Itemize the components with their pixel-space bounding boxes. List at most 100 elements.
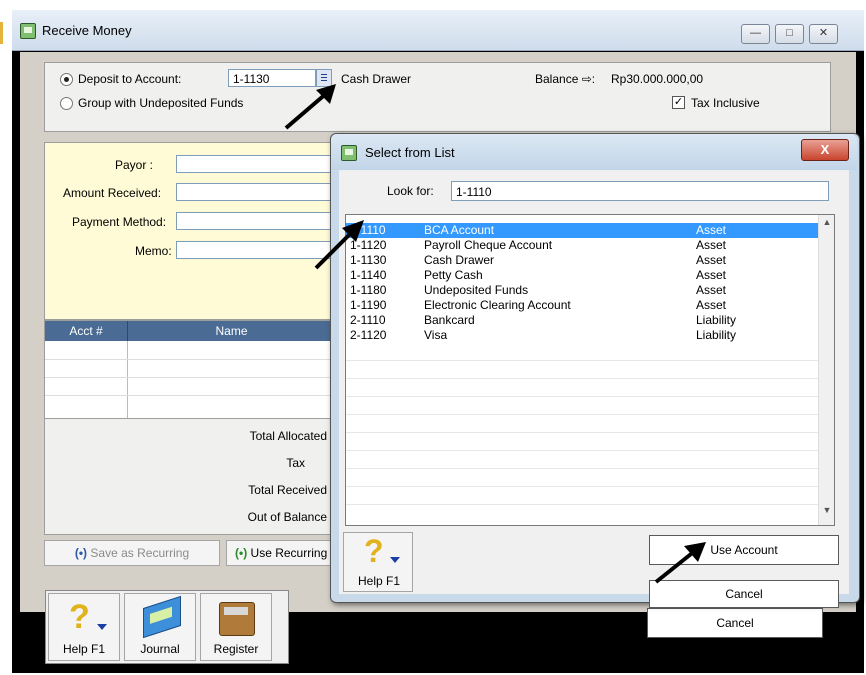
window-title: Receive Money — [42, 23, 132, 38]
maximize-button[interactable]: □ — [775, 24, 804, 44]
account-type: Asset — [696, 253, 727, 267]
account-name: Visa — [424, 328, 448, 342]
use-account-label: Use Account — [710, 543, 778, 557]
allocation-grid: Acct # Name — [44, 320, 336, 420]
grid-line — [45, 395, 335, 396]
account-name: Cash Drawer — [424, 253, 495, 267]
payment-method-label: Payment Method: — [72, 215, 167, 229]
group-undeposited-label: Group with Undeposited Funds — [78, 96, 244, 110]
account-code: 1-1180 — [350, 283, 387, 297]
account-name: BCA Account — [424, 223, 495, 237]
background-strip — [0, 0, 12, 675]
scroll-down-icon[interactable]: ▼ — [820, 505, 834, 521]
dialog-close-button[interactable]: X — [801, 139, 849, 161]
group-undeposited-radio[interactable] — [60, 97, 73, 110]
list-scrollbar[interactable]: ▲ ▼ — [818, 215, 834, 525]
payor-label: Payor : — [115, 158, 154, 172]
close-button[interactable]: ✕ — [809, 24, 838, 44]
dialog-help-label: Help F1 — [357, 574, 401, 588]
pointer-arrow-icon — [654, 542, 706, 584]
account-name: Payroll Cheque Account — [424, 238, 553, 252]
amount-received-field[interactable] — [176, 183, 336, 201]
empty-list-row — [346, 343, 818, 361]
account-row[interactable]: 1-1110 BCA Account Asset — [346, 223, 818, 238]
help-dropdown-icon — [390, 557, 400, 563]
total-received-label: Total Received — [248, 483, 327, 497]
help-button[interactable]: ? Help F1 — [48, 593, 120, 661]
totals-panel: Total Allocated Tax Total Received Out o… — [44, 418, 336, 535]
account-type: Asset — [696, 238, 727, 252]
account-row[interactable]: 2-1110 Bankcard Liability — [346, 313, 818, 328]
look-for-input[interactable]: 1-1110 — [451, 181, 829, 201]
account-row[interactable]: 1-1180 Undeposited Funds Asset — [346, 283, 818, 298]
account-list: 1-1110 BCA Account Asset 1-1120 Payroll Cheq… — [345, 214, 835, 526]
account-row[interactable]: 1-1130 Cash Drawer Asset — [346, 253, 818, 268]
deposit-radio[interactable] — [60, 73, 73, 86]
pointer-arrow-icon — [284, 84, 336, 130]
empty-list-row — [346, 451, 818, 469]
account-code: 2-1110 — [350, 313, 386, 327]
use-recurring-button[interactable]: (•) Use Recurring — [226, 540, 334, 566]
tax-inclusive-checkbox[interactable]: ✓ — [672, 96, 685, 109]
tax-inclusive-label: Tax Inclusive — [691, 96, 760, 110]
window-icon — [20, 23, 36, 39]
payor-field[interactable] — [176, 155, 336, 173]
journal-label: Journal — [140, 642, 180, 656]
total-allocated-label: Total Allocated — [249, 429, 327, 443]
account-name: Undeposited Funds — [424, 283, 529, 297]
out-of-balance-label: Out of Balance — [247, 510, 327, 524]
register-icon — [219, 602, 255, 636]
main-cancel-button[interactable]: Cancel — [647, 608, 823, 638]
save-recurring-icon: (•) — [74, 546, 88, 560]
empty-list-row — [346, 397, 818, 415]
empty-list-row — [346, 415, 818, 433]
grid-header-name: Name — [128, 321, 335, 341]
save-as-recurring-button[interactable]: (•) Save as Recurring — [44, 540, 220, 566]
account-rows: 1-1110 BCA Account Asset 1-1120 Payroll Cheq… — [346, 223, 818, 505]
account-row[interactable]: 2-1120 Visa Liability — [346, 328, 818, 343]
help-label: Help F1 — [62, 642, 106, 656]
pointer-arrow-icon — [314, 220, 364, 270]
grid-divider — [127, 341, 128, 419]
save-recurring-label: Save as Recurring — [90, 546, 190, 560]
use-recurring-icon: (•) — [235, 546, 248, 560]
minimize-button[interactable]: — — [741, 24, 770, 44]
account-row[interactable]: 1-1190 Electronic Clearing Account Asset — [346, 298, 818, 313]
background-tab-edge — [0, 22, 3, 44]
deposit-label: Deposit to Account: — [78, 72, 182, 86]
help-question-icon: ? — [364, 533, 384, 569]
account-row[interactable]: 1-1140 Petty Cash Asset — [346, 268, 818, 283]
account-code: 2-1120 — [350, 328, 387, 342]
account-type: Liability — [696, 313, 737, 327]
dialog-title: Select from List — [365, 145, 455, 160]
main-cancel-label: Cancel — [716, 616, 754, 630]
account-name: Bankcard — [424, 313, 475, 327]
register-button[interactable]: Register — [200, 593, 272, 661]
account-row[interactable]: 1-1120 Payroll Cheque Account Asset — [346, 238, 818, 253]
account-code: 1-1190 — [350, 298, 387, 312]
select-from-list-dialog: Select from List X Look for: 1-1110 1-11… — [330, 133, 860, 608]
use-recurring-label: Use Recurring — [250, 546, 328, 560]
empty-list-row — [346, 433, 818, 451]
help-question-icon: ? — [69, 598, 90, 636]
dialog-cancel-label: Cancel — [725, 587, 763, 601]
empty-list-row — [346, 361, 818, 379]
dialog-window-icon — [341, 145, 357, 161]
amount-received-label: Amount Received: — [63, 186, 162, 200]
register-label: Register — [213, 642, 259, 656]
account-name: Electronic Clearing Account — [424, 298, 571, 312]
look-for-label: Look for: — [387, 184, 434, 198]
empty-list-row — [346, 379, 818, 397]
dialog-help-button[interactable]: ? Help F1 — [343, 532, 413, 592]
account-type: Liability — [696, 328, 737, 342]
grid-line — [45, 377, 335, 378]
deposit-account-name: Cash Drawer — [341, 72, 412, 86]
scroll-up-icon[interactable]: ▲ — [820, 217, 834, 233]
dialog-body: Look for: 1-1110 1-1110 BCA Account Asset 1… — [339, 170, 849, 608]
journal-button[interactable]: Journal — [124, 593, 196, 661]
account-type: Asset — [696, 268, 727, 282]
account-type: Asset — [696, 283, 727, 297]
tax-label: Tax — [286, 456, 305, 470]
empty-list-row — [346, 469, 818, 487]
deposit-panel: Deposit to Account: 1-1130 Cash Drawer B… — [44, 62, 831, 132]
